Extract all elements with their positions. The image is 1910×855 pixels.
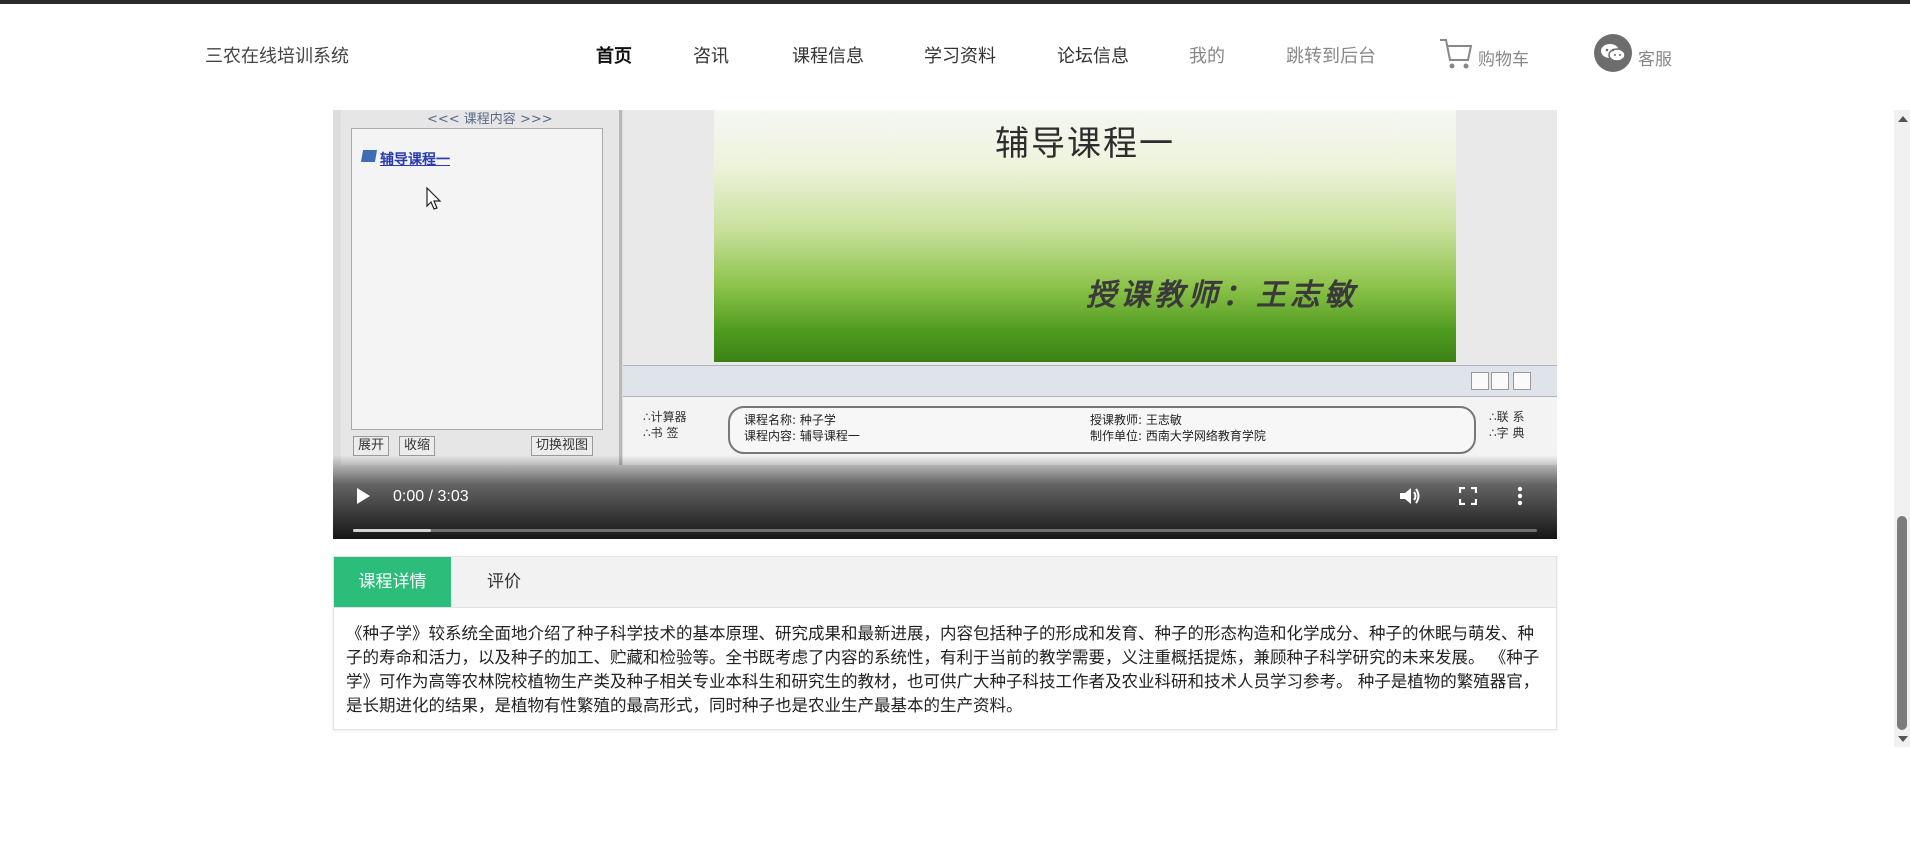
slide-toolbar xyxy=(623,365,1557,397)
course-tabs-panel: 课程详情 评价 《种子学》较系统全面地介绍了种子科学技术的基本原理、研究成果和最… xyxy=(333,556,1557,730)
cart-label: 购物车 xyxy=(1478,50,1529,70)
nav-item-mine[interactable]: 我的 xyxy=(1189,42,1225,68)
bookmark-label: ∴书 签 xyxy=(643,426,679,440)
scrollbar-thumb[interactable] xyxy=(1897,516,1907,730)
frame-left-links: ∴计算器 ∴书 签 xyxy=(643,409,687,441)
tab-reviews[interactable]: 评价 xyxy=(451,557,557,607)
frame-updown-icon xyxy=(1491,372,1509,390)
course-video-player[interactable]: <<< 课程内容 >>> 辅导课程一 展开 收缩 切换视图 辅导课程一 授课教师… xyxy=(333,110,1557,539)
volume-icon[interactable] xyxy=(1398,485,1422,507)
course-producer-text: 制作单位: 西南大学网络教育学院 xyxy=(1090,429,1266,443)
nav-item-admin[interactable]: 跳转到后台 xyxy=(1286,42,1376,68)
tab-header: 课程详情 评价 xyxy=(334,557,1556,608)
dictionary-label: ∴字 典 xyxy=(1489,426,1525,440)
more-options-icon[interactable] xyxy=(1516,485,1524,507)
book-icon xyxy=(360,150,378,162)
frame-switch-view-label: 切换视图 xyxy=(531,436,594,456)
video-frame-left-panel: <<< 课程内容 >>> 辅导课程一 展开 收缩 切换视图 xyxy=(341,110,622,465)
frame-leftright-icon xyxy=(1513,372,1531,390)
wechat-icon xyxy=(1594,34,1632,72)
course-name-text: 课程名称: 种子学 xyxy=(744,413,836,427)
course-info-pill: 课程名称: 种子学 课程内容: 辅导课程一 授课教师: 王志敏 制作单位: 西南… xyxy=(728,406,1476,454)
slide-teacher: 授课教师：王志敏 xyxy=(1086,278,1358,313)
video-controls: 0:00 / 3:03 xyxy=(333,455,1557,539)
scroll-down-arrow-icon[interactable] xyxy=(1898,736,1908,742)
course-teacher-text: 授课教师: 王志敏 xyxy=(1090,413,1182,427)
cart-icon xyxy=(1440,39,1473,69)
mouse-cursor-icon xyxy=(426,187,442,210)
video-slide: 辅导课程一 授课教师：王志敏 xyxy=(714,110,1456,362)
customer-service-button[interactable]: 客服 xyxy=(1594,34,1672,72)
video-buffered-bar xyxy=(353,529,432,532)
nav-item-home[interactable]: 首页 xyxy=(596,42,632,68)
course-content-panel-title: <<< 课程内容 >>> xyxy=(427,112,553,127)
course-description: 《种子学》较系统全面地介绍了种子科学技术的基本原理、研究成果和最新进展，内容包括… xyxy=(346,624,1540,715)
play-icon[interactable] xyxy=(355,487,371,505)
nav-item-materials[interactable]: 学习资料 xyxy=(924,42,996,68)
course-tree-box: 辅导课程一 xyxy=(351,128,603,430)
scroll-up-arrow-icon[interactable] xyxy=(1898,116,1908,122)
frame-collapse-label: 收缩 xyxy=(399,436,436,456)
contact-label: ∴联 系 xyxy=(1489,410,1525,424)
frame-expand-label: 展开 xyxy=(353,436,390,456)
service-label: 客服 xyxy=(1638,50,1672,70)
tab-course-details[interactable]: 课程详情 xyxy=(334,557,451,607)
calculator-label: ∴计算器 xyxy=(643,410,687,424)
video-frame-right-panel: 辅导课程一 授课教师：王志敏 ∴计算器 ∴书 签 课程名称: 种子学 课程内容:… xyxy=(623,110,1557,465)
video-progress-bar[interactable] xyxy=(353,529,1537,532)
video-time: 0:00 / 3:03 xyxy=(393,488,469,505)
slide-title: 辅导课程一 xyxy=(995,124,1175,164)
nav-item-courses[interactable]: 课程信息 xyxy=(792,42,864,68)
site-header: 三农在线培训系统 首页 咨讯 课程信息 学习资料 论坛信息 我的 跳转到后台 购… xyxy=(0,4,1910,107)
frame-save-icon xyxy=(1471,372,1489,390)
course-content-text: 课程内容: 辅导课程一 xyxy=(744,429,860,443)
nav-item-news[interactable]: 咨讯 xyxy=(693,42,729,68)
nav-item-forum[interactable]: 论坛信息 xyxy=(1057,42,1129,68)
frame-right-links: ∴联 系 ∴字 典 xyxy=(1489,409,1524,441)
page-scrollbar[interactable] xyxy=(1894,110,1910,747)
cart-button[interactable]: 购物车 xyxy=(1438,36,1529,72)
course-tree-item: 辅导课程一 xyxy=(380,152,450,168)
fullscreen-icon[interactable] xyxy=(1459,487,1477,505)
